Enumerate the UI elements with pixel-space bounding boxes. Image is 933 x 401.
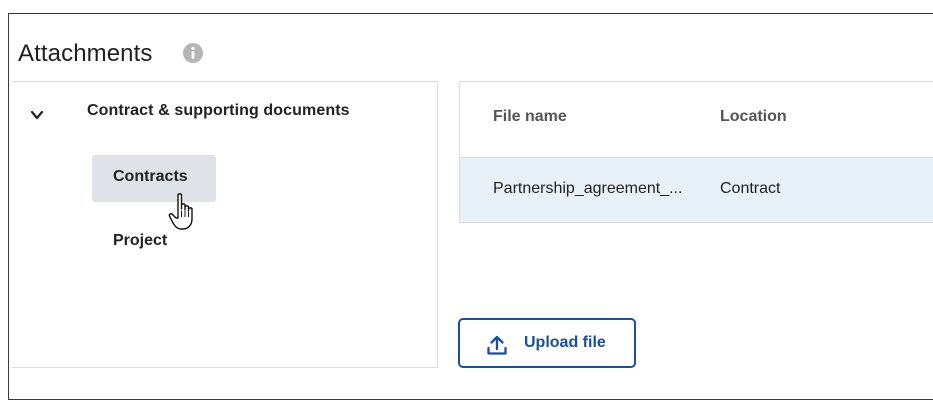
column-header-file-name[interactable]: File name <box>493 108 567 126</box>
column-header-location[interactable]: Location <box>720 108 787 126</box>
hand-pointer-cursor-icon <box>168 193 193 230</box>
page-title: Attachments <box>18 40 153 67</box>
tree-group-label[interactable]: Contract & supporting documents <box>87 102 350 120</box>
folder-item-label: Contracts <box>113 168 188 185</box>
upload-icon <box>487 335 507 355</box>
folder-item-project[interactable]: Project <box>113 232 167 250</box>
table-cell-location: Contract <box>720 180 781 197</box>
table-cell-file-name[interactable]: Partnership_agreement_... <box>493 180 682 198</box>
upload-button-label: Upload file <box>524 334 606 351</box>
info-icon[interactable] <box>183 43 203 63</box>
chevron-down-icon[interactable] <box>30 108 44 122</box>
folder-tree-panel <box>12 81 438 368</box>
upload-file-button[interactable]: Upload file <box>458 318 636 368</box>
